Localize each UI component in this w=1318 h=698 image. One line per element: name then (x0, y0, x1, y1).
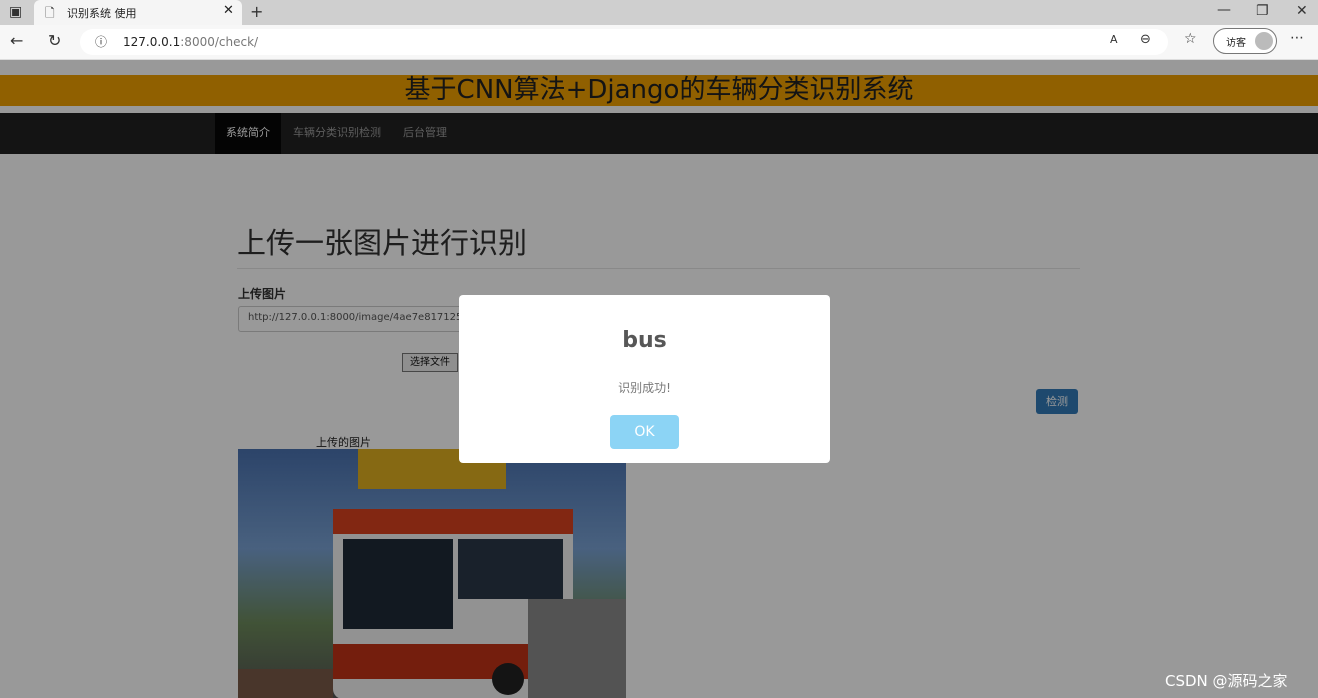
new-tab-button[interactable]: + (250, 2, 263, 21)
browser-tab[interactable]: 🗋 识别系统 使用 ✕ (34, 0, 242, 25)
tab-actions-icon[interactable]: ▣ (9, 4, 22, 20)
zoom-icon[interactable]: ⊖ (1140, 32, 1151, 47)
back-icon[interactable]: ← (10, 31, 23, 50)
ok-button[interactable]: OK (610, 415, 679, 449)
minimize-button[interactable]: — (1217, 2, 1231, 18)
restore-button[interactable]: ❐ (1256, 3, 1269, 19)
close-tab-icon[interactable]: ✕ (223, 3, 234, 18)
dialog-title: bus (622, 328, 667, 353)
url-field[interactable]: ⓘ 127.0.0.1:8000/check/ A ⊖ (80, 29, 1168, 55)
guest-label: 访客 (1226, 38, 1246, 49)
profile-button[interactable]: 访客 (1213, 28, 1277, 54)
close-window-button[interactable]: ✕ (1296, 3, 1308, 19)
info-icon[interactable]: ⓘ (95, 33, 107, 50)
result-dialog: bus 识别成功! OK (459, 295, 830, 463)
url-text: 127.0.0.1:8000/check/ (123, 35, 259, 49)
dialog-message: 识别成功! (618, 381, 671, 395)
favorites-icon[interactable]: ☆ (1184, 31, 1197, 47)
read-aloud-icon[interactable]: A (1110, 33, 1118, 46)
avatar-icon (1255, 32, 1273, 50)
reload-icon[interactable]: ↻ (48, 31, 61, 50)
more-icon[interactable]: ⋯ (1290, 30, 1304, 46)
address-bar-area: ← ↻ ⓘ 127.0.0.1:8000/check/ A ⊖ ☆ 访客 ⋯ (0, 25, 1318, 60)
tab-bar: ▣ 🗋 识别系统 使用 ✕ + — ❐ ✕ (0, 0, 1318, 25)
page-icon: 🗋 (45, 6, 55, 20)
tab-title: 识别系统 使用 (67, 7, 137, 20)
watermark: CSDN @源码之家 (1165, 672, 1288, 690)
